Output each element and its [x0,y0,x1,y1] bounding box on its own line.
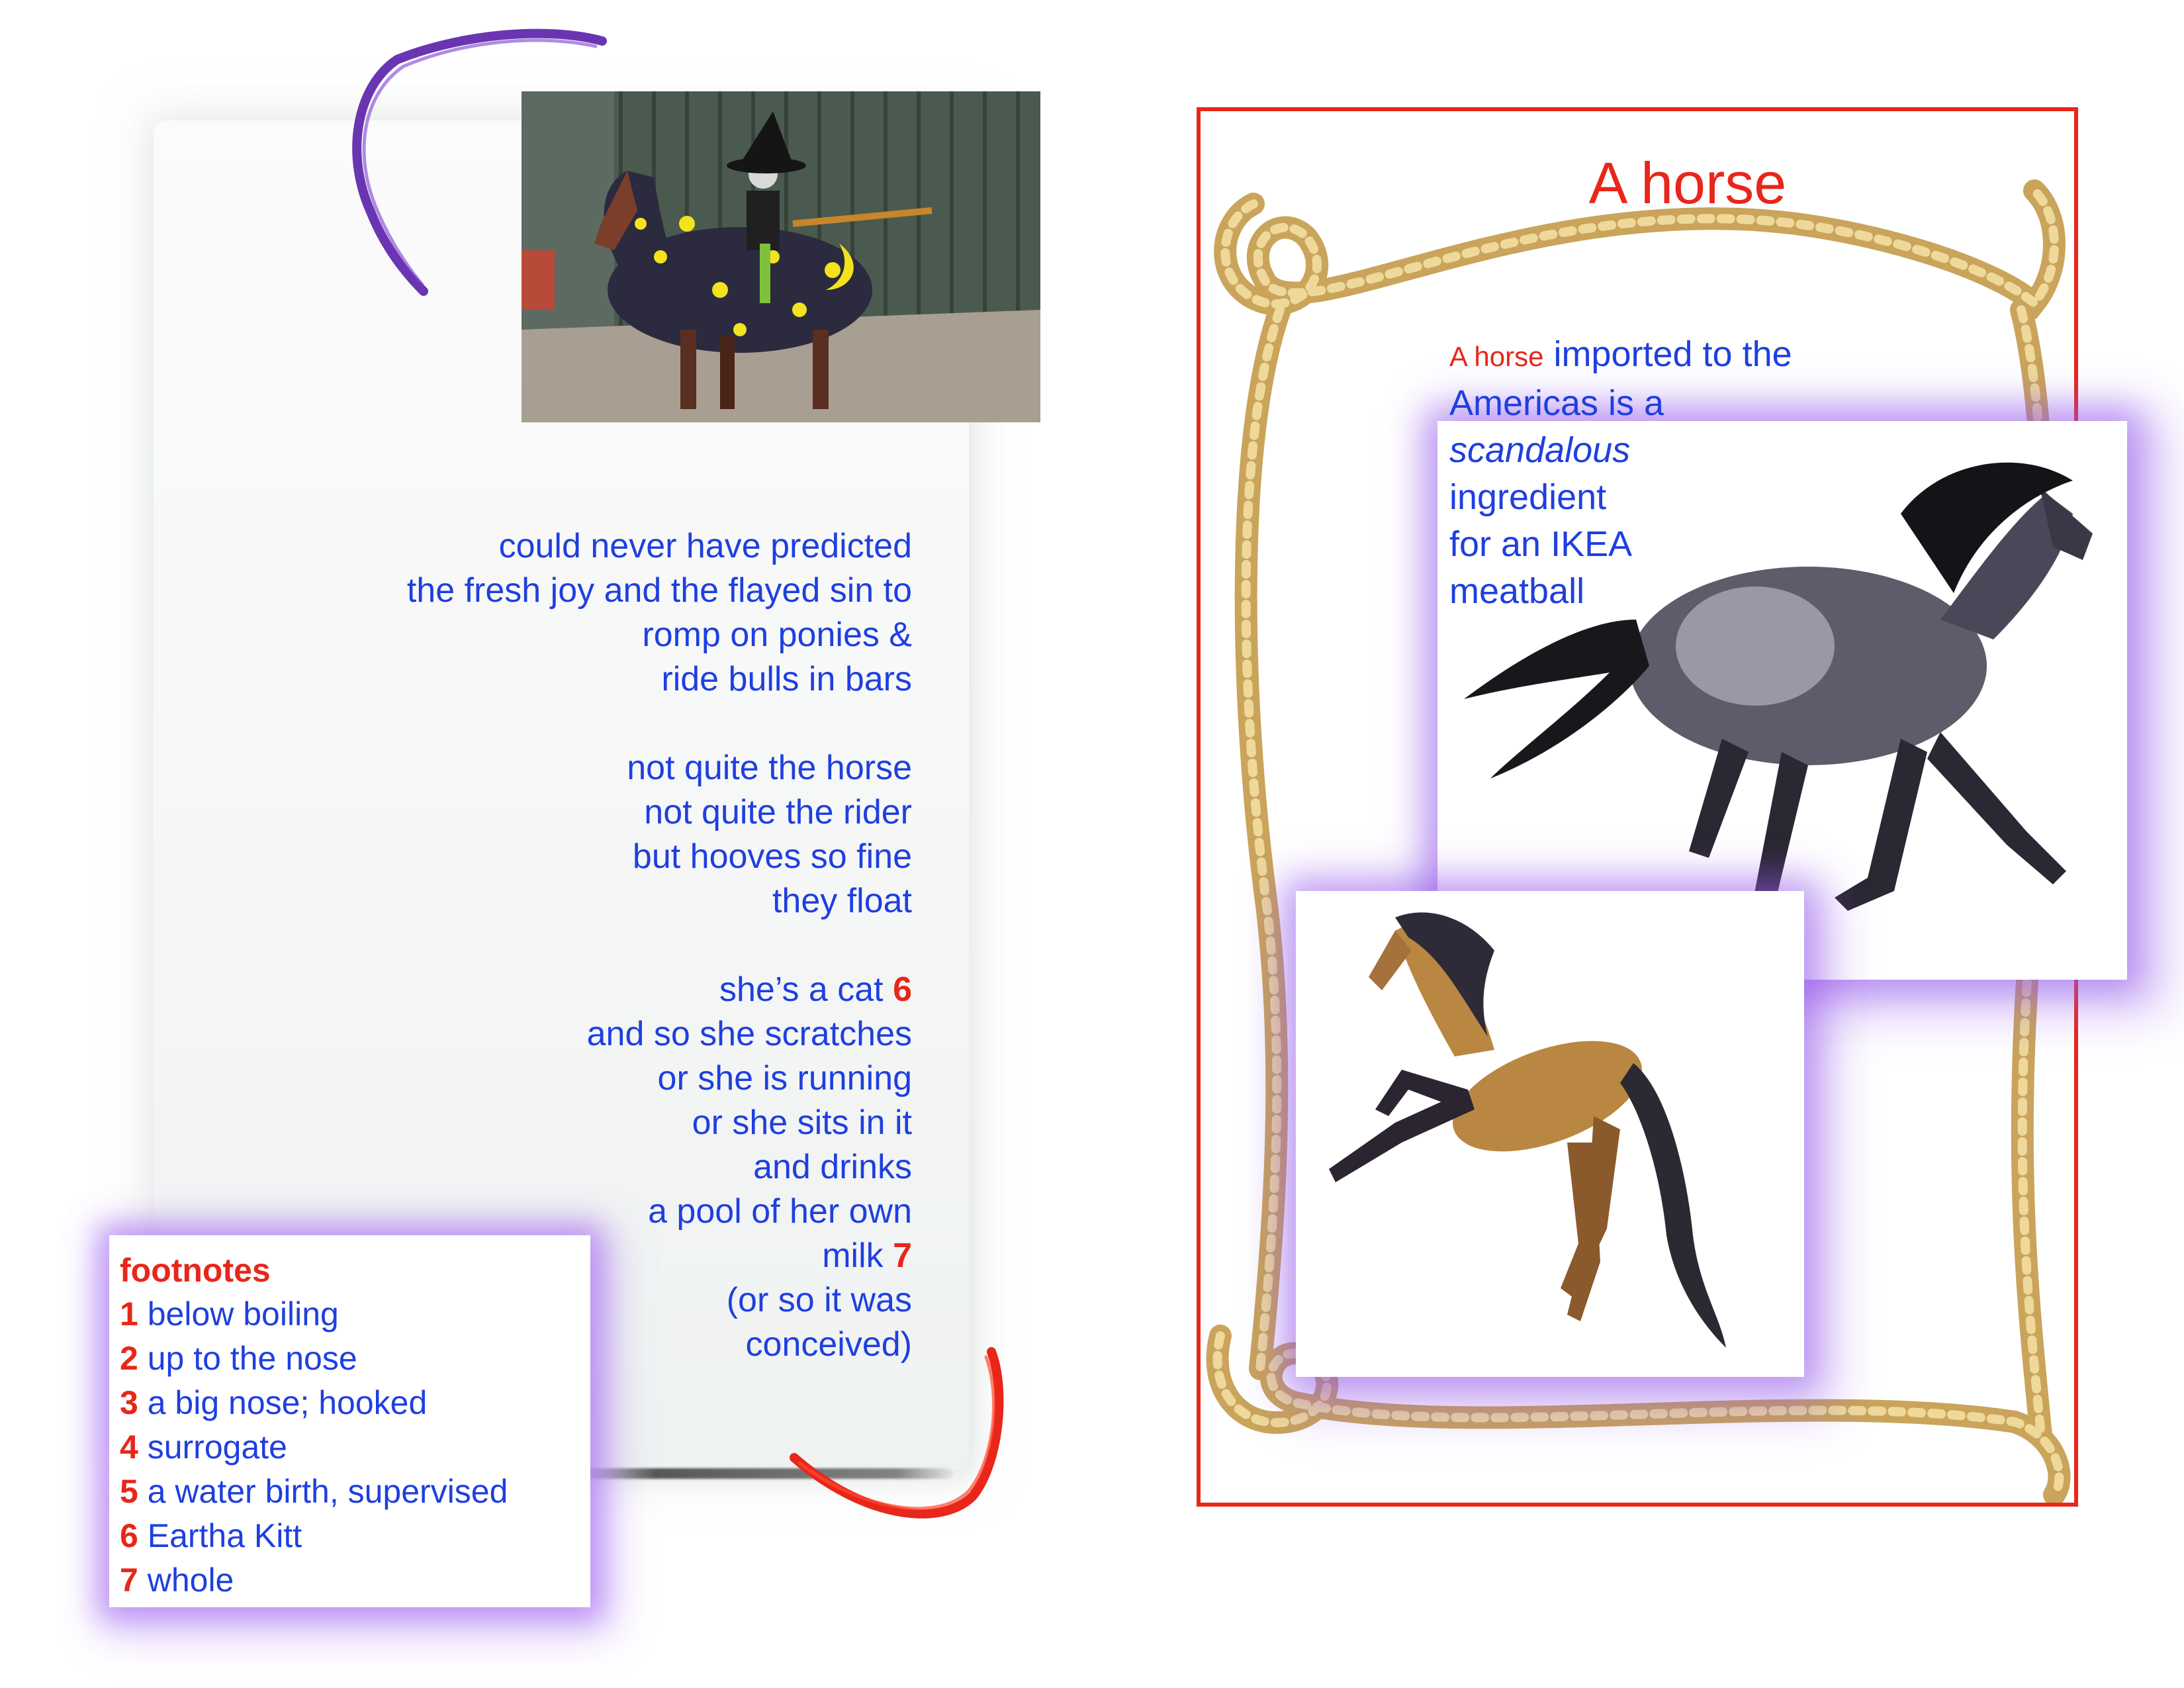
footnote-number: 5 [120,1473,138,1510]
footnote-text: whole [147,1562,234,1599]
poem-line: not quite the horse [627,749,912,787]
poem-line: ride bulls in bars [661,660,912,698]
poem-line: or she sits in it [692,1103,912,1142]
footnote-item: 6 Eartha Kitt [120,1514,580,1558]
footnote-text: Eartha Kitt [147,1517,302,1554]
footnote-item: 5 a water birth, supervised [120,1470,580,1514]
horse-text-line-6: meatball [1449,571,1585,611]
poem-line-text: she’s a cat [719,970,884,1009]
horse-text-line-4: ingredient [1449,477,1607,517]
poem-line: and so she scratches [586,1015,912,1053]
footnote-text: below boiling [147,1295,339,1333]
poem-line: not quite the rider [644,793,912,831]
footnotes-box: footnotes 1 below boiling 2 up to the no… [109,1235,590,1607]
footnote-item: 4 surrogate [120,1425,580,1470]
horse-text-line-5: for an IKEA [1449,524,1633,564]
footnote-number: 2 [120,1340,138,1377]
footnote-number: 1 [120,1295,138,1333]
poem-line: could never have predicted [498,527,912,565]
red-crayon-stroke [790,1347,1004,1519]
poem-line: or she is running [657,1059,912,1098]
horse-description: A horse imported to the Americas is a sc… [1449,331,1873,615]
horse-text-line-1: A horse imported to the [1449,331,1873,380]
poem-line: the fresh joy and the flayed sin to [406,571,912,610]
horse-card-title: A horse [1588,150,1787,216]
poem-line: they float [772,882,912,920]
footnote-item: 7 whole [120,1558,580,1603]
footnote-text: a water birth, supervised [147,1473,508,1510]
footnote-number: 3 [120,1384,138,1421]
poem-line: romp on ponies & [642,616,912,654]
poem-line: she’s a cat 6 [343,968,912,1012]
poem-stanza-2: not quite the horse not quite the rider … [343,746,912,923]
footnote-number: 6 [120,1517,138,1554]
footnotes-title: footnotes [120,1252,271,1289]
poem-line: and drinks [753,1148,912,1186]
poem-line: a pool of her own [648,1192,912,1231]
horse-text-red-lead: A horse [1449,341,1544,372]
horse-text-italic: scandalous [1449,430,1631,470]
witch-horse-photo [522,91,1040,422]
footnote-ref: 6 [893,970,912,1009]
footnote-text: surrogate [147,1429,287,1466]
horse-text-line-2: Americas is a [1449,383,1664,423]
footnote-text: up to the nose [147,1340,357,1377]
footnote-ref: 7 [893,1237,912,1275]
footnote-item: 1 below boiling [120,1292,580,1336]
footnote-number: 4 [120,1429,138,1466]
footnote-item: 2 up to the nose [120,1336,580,1381]
footnote-item: 3 a big nose; hooked [120,1381,580,1425]
horse-text-fragment: imported to the [1553,334,1792,374]
tan-horse-photo [1296,891,1804,1377]
poem-line: but hooves so fine [632,837,912,876]
footnote-number: 7 [120,1562,138,1599]
footnote-text: a big nose; hooked [147,1384,428,1421]
poem-line-text: milk [822,1237,884,1275]
poem-stanza-1: could never have predicted the fresh joy… [343,524,912,702]
